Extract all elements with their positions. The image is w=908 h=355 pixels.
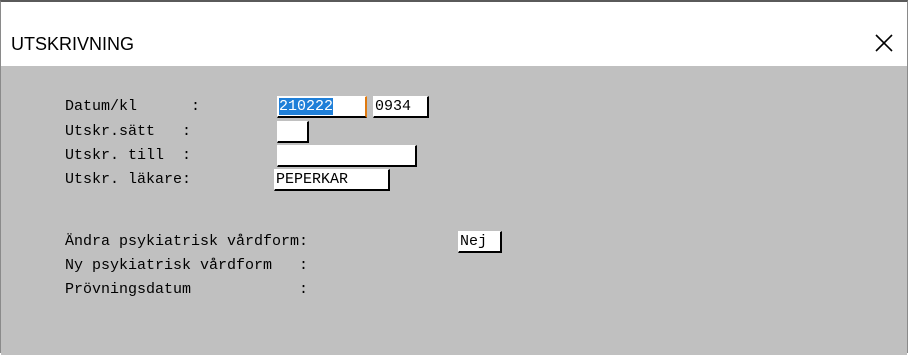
utskr-lakare-label: Utskr. läkare:	[65, 171, 192, 188]
andra-vardform-label: Ändra psykiatrisk vårdform:	[65, 233, 309, 250]
datum-label: Datum/kl :	[65, 98, 201, 115]
utskr-satt-label: Utskr.sätt :	[65, 123, 192, 140]
utskr-satt-field[interactable]	[277, 121, 309, 143]
utskr-till-label: Utskr. till :	[65, 147, 192, 164]
utskr-till-field[interactable]	[277, 145, 417, 167]
datum-field[interactable]: 210222	[277, 96, 367, 118]
window-title: UTSKRIVNING	[11, 34, 135, 54]
utskrivning-window: UTSKRIVNING Datum/kl : 210222 0934 Utskr…	[0, 0, 908, 355]
andra-vardform-field[interactable]: Nej	[458, 231, 502, 253]
ny-vardform-label: Ny psykiatrisk vårdform :	[65, 257, 309, 274]
klockslag-field[interactable]: 0934	[373, 96, 429, 118]
close-icon[interactable]	[871, 30, 897, 56]
utskr-lakare-field[interactable]: PEPERKAR	[274, 169, 390, 191]
form-panel: Datum/kl : 210222 0934 Utskr.sätt : Utsk…	[1, 66, 907, 355]
datum-value: 210222	[279, 98, 334, 115]
provningsdatum-label: Prövningsdatum :	[65, 281, 309, 298]
title-bar: UTSKRIVNING	[1, 2, 907, 66]
